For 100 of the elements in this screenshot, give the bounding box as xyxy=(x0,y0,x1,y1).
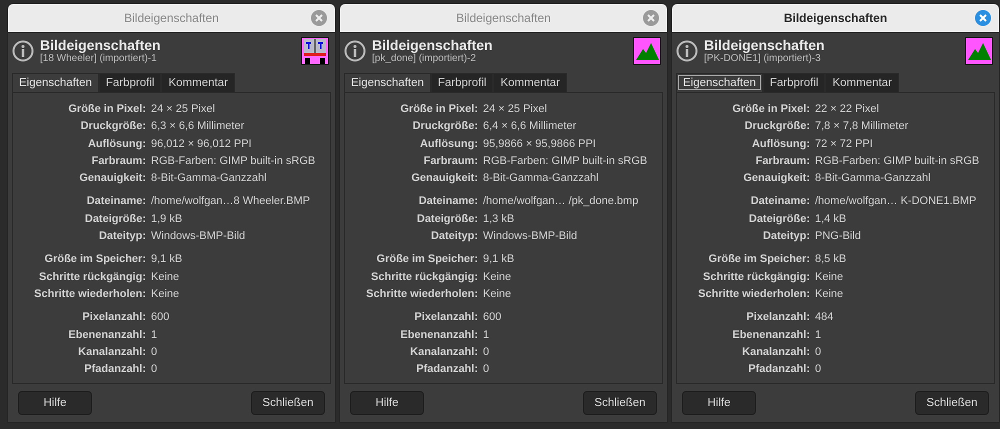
property-label: Ebenenanzahl: xyxy=(67,328,146,343)
mountain-thumbnail-icon xyxy=(633,37,661,65)
property-value: 96,012 × 96,012 PPI xyxy=(151,136,253,152)
tab[interactable]: Kommentar xyxy=(493,73,567,92)
tab[interactable]: Farbprofil xyxy=(430,73,494,92)
property-label: Schritte rückgängig: xyxy=(370,270,478,285)
property-value: 95,9866 × 95,9866 PPI xyxy=(483,136,597,152)
property-value: 6,4 × 6,6 Millimeter xyxy=(483,119,578,134)
property-label: Pfadanzahl: xyxy=(747,362,810,378)
property-label: Druckgröße: xyxy=(80,119,146,134)
property-label: Pfadanzahl: xyxy=(415,362,478,378)
property-value: 8-Bit-Gamma-Ganzzahl xyxy=(483,171,600,186)
close-button[interactable]: Schließen xyxy=(583,391,657,415)
window-title: Bildeigenschaften xyxy=(124,11,219,25)
property-value: Keine xyxy=(815,270,844,285)
help-button[interactable]: Hilfe xyxy=(18,391,92,415)
property-value: 7,8 × 7,8 Millimeter xyxy=(815,119,910,134)
property-value: 6,3 × 6,6 Millimeter xyxy=(151,119,246,134)
property-label: Größe im Speicher: xyxy=(44,252,146,268)
property-label: Dateiname: xyxy=(418,194,478,210)
tab[interactable]: Eigenschaften xyxy=(676,73,763,92)
property-label: Dateityp: xyxy=(430,229,478,244)
property-value: 600 xyxy=(483,310,502,326)
property-label: Farbraum: xyxy=(422,154,478,169)
tab[interactable]: Farbprofil xyxy=(762,73,826,92)
property-label: Dateiname: xyxy=(750,194,810,210)
property-label: Pixelanzahl: xyxy=(413,310,478,326)
image-name: [pk_done] (importiert)-2 xyxy=(372,53,477,65)
close-icon[interactable] xyxy=(311,10,327,26)
property-value: 1 xyxy=(483,328,490,343)
property-label: Dateigröße: xyxy=(84,212,146,227)
image-name: [18 Wheeler] (importiert)-1 xyxy=(40,53,158,65)
property-value: 1,9 kB xyxy=(151,212,184,227)
tab[interactable]: Kommentar xyxy=(825,73,899,92)
property-value: Keine xyxy=(483,270,512,285)
property-label: Dateigröße: xyxy=(748,212,810,227)
property-value: 9,1 kB xyxy=(483,252,516,268)
mountain-thumbnail-icon xyxy=(965,37,993,65)
property-label: Größe in Pixel: xyxy=(67,102,146,117)
property-label: Druckgröße: xyxy=(744,119,810,134)
property-label: Dateityp: xyxy=(762,229,810,244)
property-label: Auflösung: xyxy=(750,136,810,152)
property-label: Schritte rückgängig: xyxy=(38,270,146,285)
tab[interactable]: Eigenschaften xyxy=(12,73,99,92)
property-value: Keine xyxy=(151,270,180,285)
property-label: Dateigröße: xyxy=(416,212,478,227)
property-label: Auflösung: xyxy=(418,136,478,152)
property-label: Kanalanzahl: xyxy=(77,344,146,360)
property-value: 0 xyxy=(151,344,158,360)
property-value: 1,4 kB xyxy=(815,212,848,227)
image-name: [PK-DONE1] (importiert)-3 xyxy=(704,53,822,65)
close-icon[interactable] xyxy=(643,10,659,26)
close-button[interactable]: Schließen xyxy=(251,391,325,415)
property-value: 484 xyxy=(815,310,834,326)
property-label: Größe in Pixel: xyxy=(399,102,478,117)
property-value: 1,3 kB xyxy=(483,212,516,227)
property-label: Auflösung: xyxy=(86,136,146,152)
tab[interactable]: Eigenschaften xyxy=(344,73,431,92)
property-value: /home/wolfgan… /pk_done.bmp xyxy=(483,194,640,210)
property-label: Genauigkeit: xyxy=(78,171,146,186)
tab[interactable]: Kommentar xyxy=(161,73,235,92)
property-value: 600 xyxy=(151,310,170,326)
property-value: Keine xyxy=(815,286,844,302)
property-label: Genauigkeit: xyxy=(410,171,478,186)
close-button[interactable]: Schließen xyxy=(915,391,989,415)
tab[interactable]: Farbprofil xyxy=(98,73,162,92)
close-icon[interactable] xyxy=(975,10,991,26)
property-label: Ebenenanzahl: xyxy=(399,328,478,343)
window-title: Bildeigenschaften xyxy=(456,11,551,25)
property-value: RGB-Farben: GIMP built-in sRGB xyxy=(483,154,648,169)
property-value: RGB-Farben: GIMP built-in sRGB xyxy=(815,154,980,169)
property-value: 8-Bit-Gamma-Ganzzahl xyxy=(815,171,932,186)
help-button[interactable]: Hilfe xyxy=(682,391,756,415)
property-label: Schritte wiederholen: xyxy=(697,286,810,302)
property-label: Pixelanzahl: xyxy=(745,310,810,326)
property-label: Größe im Speicher: xyxy=(708,252,810,268)
property-label: Schritte wiederholen: xyxy=(33,286,146,302)
property-label: Kanalanzahl: xyxy=(741,344,810,360)
window-title: Bildeigenschaften xyxy=(784,11,888,25)
property-value: Keine xyxy=(151,286,180,302)
property-label: Pfadanzahl: xyxy=(83,362,146,378)
property-value: Windows-BMP-Bild xyxy=(151,229,246,244)
property-value: PNG-Bild xyxy=(815,229,862,244)
property-label: Dateityp: xyxy=(98,229,146,244)
truck-thumbnail-icon xyxy=(301,37,329,65)
info-icon xyxy=(676,40,698,62)
property-label: Größe in Pixel: xyxy=(731,102,810,117)
property-value: 8,5 kB xyxy=(815,252,848,268)
property-value: RGB-Farben: GIMP built-in sRGB xyxy=(151,154,316,169)
property-value: /home/wolfgan… K-DONE1.BMP xyxy=(815,194,978,210)
help-button[interactable]: Hilfe xyxy=(350,391,424,415)
property-value: Keine xyxy=(483,286,512,302)
property-value: 0 xyxy=(815,362,822,378)
info-icon xyxy=(344,40,366,62)
property-value: 1 xyxy=(151,328,158,343)
dialog-heading: Bildeigenschaften xyxy=(40,37,162,53)
property-label: Farbraum: xyxy=(754,154,810,169)
dialog-heading: Bildeigenschaften xyxy=(704,37,826,53)
info-icon xyxy=(12,40,34,62)
dialog-heading: Bildeigenschaften xyxy=(372,37,494,53)
